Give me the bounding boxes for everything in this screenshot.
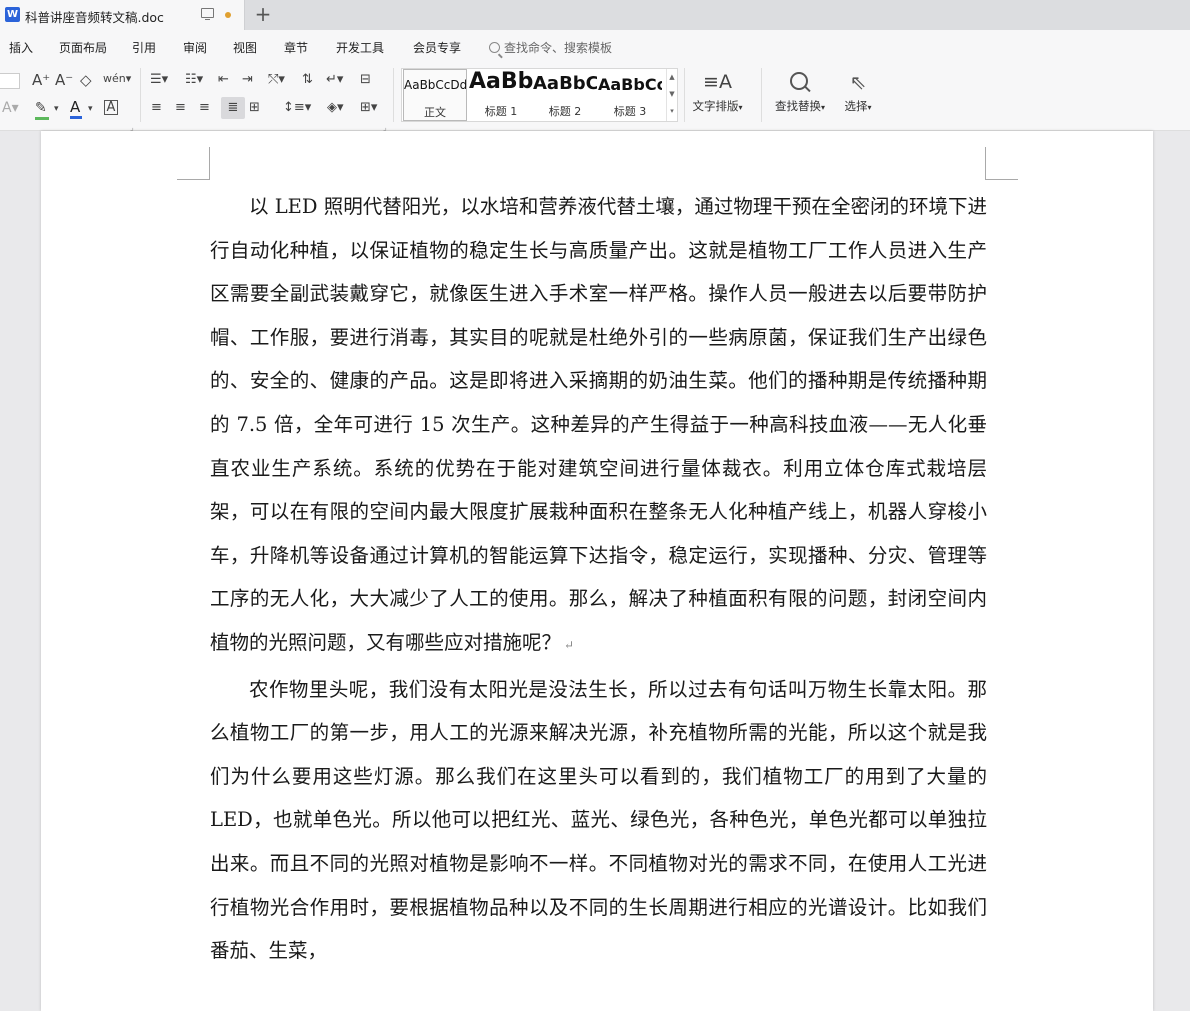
command-search[interactable]: 查找命令、搜索模板 — [489, 39, 612, 56]
menu-bar: 插入 页面布局 引用 审阅 视图 章节 开发工具 会员专享 查找命令、搜索模板 — [0, 30, 1190, 64]
menu-insert[interactable]: 插入 — [9, 39, 33, 56]
menu-view[interactable]: 视图 — [233, 39, 257, 56]
toolbar-separator — [684, 68, 685, 122]
expand-gallery-icon[interactable]: ▾ — [667, 103, 677, 120]
character-border-icon[interactable]: A — [104, 100, 118, 115]
style-heading-3-label: 标题 3 — [613, 105, 647, 118]
style-heading-1-label: 标题 1 — [484, 105, 518, 118]
increase-indent-icon[interactable]: ⇥ — [242, 72, 253, 88]
cursor-arrow-icon: ⇖ — [849, 70, 867, 94]
document-page[interactable]: 以 LED 照明代替阳光，以水培和营养液代替土壤，通过物理干预在全密闭的环境下进… — [41, 131, 1153, 1011]
phonetic-guide-icon[interactable]: wén▾ — [103, 71, 131, 87]
select-button[interactable]: ⇖ 选择▾ — [836, 70, 880, 114]
font-color-dropdown-icon[interactable]: ▾ — [88, 101, 93, 117]
ribbon-toolbar: A⁺ A⁻ ◇ wén▾ A▾ ✎ ▾ A ▾ A ⌟ ☰▾ ☷▾ ⇤ ⇥ ⤲▾… — [0, 64, 1190, 132]
text-layout-button[interactable]: ≡A 文字排版▾ — [690, 70, 745, 114]
crop-mark-left-vertical — [209, 147, 210, 180]
style-heading-2-sample: AaBbC — [533, 73, 597, 94]
shrink-font-icon[interactable]: A⁻ — [55, 72, 73, 88]
wps-writer-logo-icon: W — [5, 7, 20, 22]
command-search-placeholder: 查找命令、搜索模板 — [504, 41, 613, 55]
clear-format-icon[interactable]: ◇ — [80, 72, 92, 88]
scroll-down-icon[interactable]: ▼ — [667, 86, 677, 103]
style-gallery-scroll[interactable]: ▲ ▼ ▾ — [666, 69, 677, 121]
text-effect-icon[interactable]: A▾ — [2, 100, 19, 116]
menu-member[interactable]: 会员专享 — [413, 39, 461, 56]
document-body[interactable]: 以 LED 照明代替阳光，以水培和营养液代替土壤，通过物理干预在全密闭的环境下进… — [210, 185, 987, 973]
decrease-indent-icon[interactable]: ⇤ — [218, 72, 229, 88]
find-replace-label: 查找替换 — [774, 99, 821, 113]
find-replace-button[interactable]: 查找替换▾ — [770, 70, 830, 114]
scroll-up-icon[interactable]: ▲ — [667, 69, 677, 86]
style-heading-1[interactable]: AaBb 标题 1 — [469, 69, 533, 121]
toolbar-separator — [761, 68, 762, 122]
highlight-dropdown-icon[interactable]: ▾ — [54, 101, 59, 117]
menu-review[interactable]: 审阅 — [183, 39, 207, 56]
paragraph-text: 农作物里头呢，我们没有太阳光是没法生长，所以过去有句话叫万物生长靠太阳。那么植物… — [210, 677, 987, 963]
style-normal-sample: AaBbCcDd — [404, 78, 466, 92]
paragraph-text: 以 LED 照明代替阳光，以水培和营养液代替土壤，通过物理干预在全密闭的环境下进… — [210, 195, 987, 654]
crop-mark-left-horizontal — [177, 179, 210, 180]
chinese-layout-icon[interactable]: ⤲▾ — [268, 72, 285, 88]
search-icon — [489, 42, 500, 53]
font-color-icon[interactable]: A — [70, 99, 82, 119]
line-spacing-icon[interactable]: ↕≡▾ — [283, 100, 311, 116]
find-icon — [770, 70, 830, 94]
text-layout-icon: ≡A — [703, 71, 732, 93]
align-right-icon[interactable]: ≡ — [199, 100, 210, 116]
style-normal[interactable]: AaBbCcDd 正文 — [403, 69, 467, 121]
document-tab-title: 科普讲座音频转文稿.doc — [25, 10, 164, 25]
highlight-color-icon[interactable]: ✎ — [35, 100, 49, 120]
toolbar-separator — [140, 68, 141, 122]
align-center-icon[interactable]: ≡ — [175, 100, 186, 116]
distributed-align-icon[interactable]: ⊞ — [249, 100, 260, 116]
crop-mark-right-vertical — [985, 147, 986, 180]
style-heading-3-sample: AaBbCc — [598, 75, 662, 94]
tab-bar: W 科普讲座音频转文稿.doc + — [0, 0, 1190, 30]
paragraph-mark-icon: ↵ — [564, 637, 575, 652]
style-gallery: AaBbCcDd 正文 AaBb 标题 1 AaBbC 标题 2 AaBbCc … — [401, 68, 678, 122]
toolbar-separator — [393, 68, 394, 122]
justify-icon[interactable]: ≣ — [221, 97, 245, 119]
menu-section[interactable]: 章节 — [284, 39, 308, 56]
show-marks-icon[interactable]: ↵▾ — [326, 72, 343, 88]
tab-ruler-icon[interactable]: ⊟ — [360, 72, 371, 88]
paragraph[interactable]: 农作物里头呢，我们没有太阳光是没法生长，所以过去有句话叫万物生长靠太阳。那么植物… — [210, 668, 987, 973]
menu-developer[interactable]: 开发工具 — [336, 39, 384, 56]
style-normal-label: 正文 — [424, 106, 446, 119]
style-heading-2[interactable]: AaBbC 标题 2 — [533, 69, 597, 121]
numbered-list-icon[interactable]: ☷▾ — [185, 72, 203, 88]
menu-references[interactable]: 引用 — [132, 39, 156, 56]
align-left-icon[interactable]: ≡ — [151, 100, 162, 116]
select-label: 选择 — [844, 99, 868, 113]
bullet-list-icon[interactable]: ☰▾ — [150, 72, 168, 88]
sort-icon[interactable]: ⇅ — [302, 72, 313, 88]
style-heading-2-label: 标题 2 — [548, 105, 582, 118]
menu-page-layout[interactable]: 页面布局 — [59, 39, 107, 56]
unsaved-indicator-icon — [225, 12, 231, 18]
grow-font-icon[interactable]: A⁺ — [32, 72, 50, 88]
paragraph[interactable]: 以 LED 照明代替阳光，以水培和营养液代替土壤，通过物理干预在全密闭的环境下进… — [210, 185, 987, 668]
style-heading-1-sample: AaBb — [469, 69, 533, 94]
new-tab-button[interactable]: + — [254, 2, 272, 26]
crop-mark-right-horizontal — [985, 179, 1018, 180]
borders-icon[interactable]: ⊞▾ — [360, 100, 377, 116]
shading-icon[interactable]: ◈▾ — [327, 100, 344, 116]
font-size-dropdown[interactable] — [0, 73, 20, 89]
document-tab[interactable]: W 科普讲座音频转文稿.doc — [0, 0, 245, 30]
screen-icon[interactable] — [201, 8, 214, 20]
style-heading-3[interactable]: AaBbCc 标题 3 — [598, 69, 662, 121]
text-layout-label: 文字排版 — [692, 99, 739, 113]
